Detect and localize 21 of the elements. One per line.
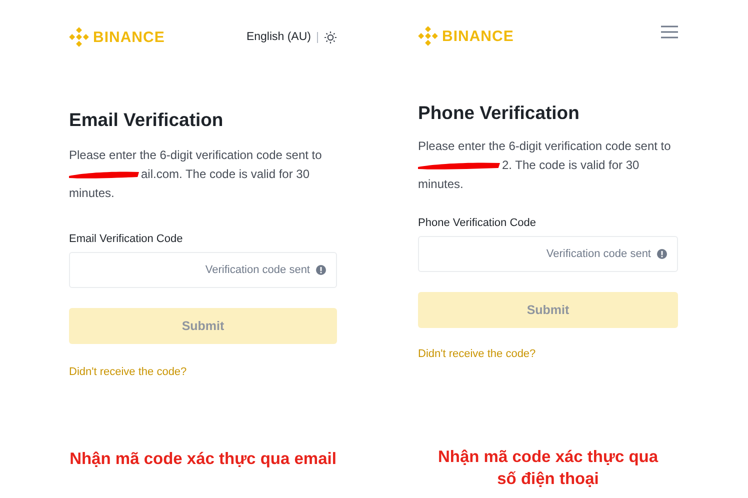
code-field[interactable]: Verification code sent <box>69 252 337 288</box>
field-label: Email Verification Code <box>69 233 184 245</box>
page-title: Email Verification <box>69 109 224 131</box>
instruction-text: Please enter the 6-digit verification code sent to <box>69 147 323 164</box>
caption-text: Nhận mã code xác thực qua số điện thoại <box>436 447 660 490</box>
page-title: Phone Verification <box>418 102 580 124</box>
info-icon[interactable] <box>316 265 326 275</box>
caption-text: Nhận mã code xác thực qua email <box>70 449 336 470</box>
code-field[interactable]: Verification code sent <box>418 236 678 272</box>
sun-icon[interactable] <box>324 30 337 44</box>
info-icon[interactable] <box>657 249 667 259</box>
instruction-text: ail.com. The code is valid for 30 minutes. <box>69 167 310 200</box>
resend-code-link[interactable]: Didn't receive the code? <box>69 366 187 378</box>
instruction-text: 2. The code is valid for 30 minutes. <box>418 158 640 191</box>
instruction-text: Please enter the 6-digit verification code sent to <box>418 138 672 155</box>
field-label: Phone Verification Code <box>418 217 538 229</box>
brand-logo[interactable]: BINANCE <box>69 27 165 47</box>
resend-code-link[interactable]: Didn't receive the code? <box>418 348 536 360</box>
language-selector[interactable]: English (AU) <box>246 31 311 43</box>
brand-logo[interactable]: BINANCE <box>418 26 514 46</box>
menu-icon[interactable] <box>661 25 678 39</box>
